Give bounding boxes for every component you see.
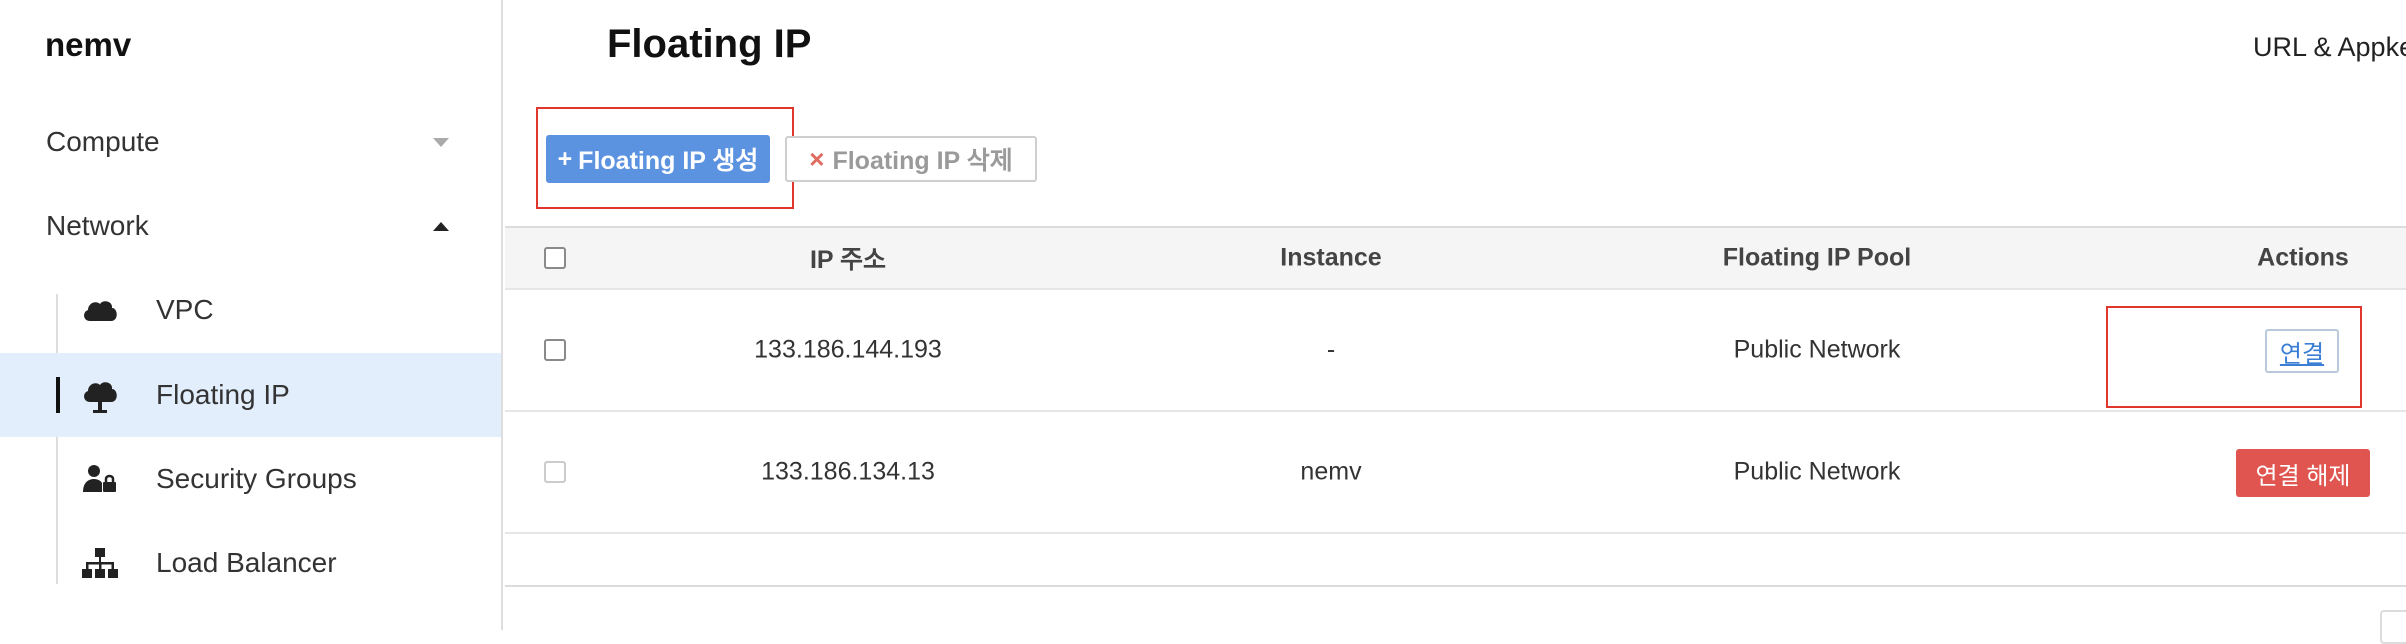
- close-icon: ×: [809, 143, 825, 174]
- pagination-box[interactable]: [2380, 610, 2406, 644]
- nav-group-label: Compute: [46, 126, 160, 157]
- brand-name: nemv: [45, 26, 132, 63]
- row-2-actions: 연결 해제: [0, 412, 2406, 534]
- caret-up-icon: [433, 221, 449, 231]
- caret-down-icon: [433, 137, 449, 147]
- delete-floating-ip-button[interactable]: × Floating IP 삭제: [785, 136, 1037, 182]
- annotation-box-connect: [2106, 306, 2362, 408]
- nav-group-network[interactable]: Network: [0, 191, 501, 261]
- table-bottom-divider: [505, 585, 2406, 587]
- column-header-pool: Floating IP Pool: [1722, 243, 1912, 272]
- nav-group-label: Network: [46, 210, 149, 241]
- sitemap-icon: [80, 546, 120, 580]
- column-header-ip: IP 주소: [809, 246, 887, 274]
- column-header-actions: Actions: [2257, 243, 2349, 272]
- table-header: IP 주소 Instance Floating IP Pool Actions: [505, 226, 2406, 290]
- nav-group-compute[interactable]: Compute: [0, 107, 501, 177]
- row-1-actions: 연결: [0, 290, 2406, 412]
- plus-icon: +: [557, 144, 573, 173]
- sidebar-item-label: Load Balancer: [156, 547, 337, 578]
- delete-button-label: Floating IP 삭제: [832, 147, 1013, 175]
- select-all-checkbox[interactable]: [544, 247, 566, 269]
- disconnect-button[interactable]: 연결 해제: [2236, 449, 2370, 497]
- create-floating-ip-button[interactable]: + Floating IP 생성: [546, 135, 770, 183]
- url-appkey-link[interactable]: URL & Appke: [2253, 32, 2406, 63]
- column-header-instance: Instance: [1280, 243, 1382, 272]
- create-button-label: Floating IP 생성: [578, 147, 759, 175]
- page-title: Floating IP: [607, 22, 812, 66]
